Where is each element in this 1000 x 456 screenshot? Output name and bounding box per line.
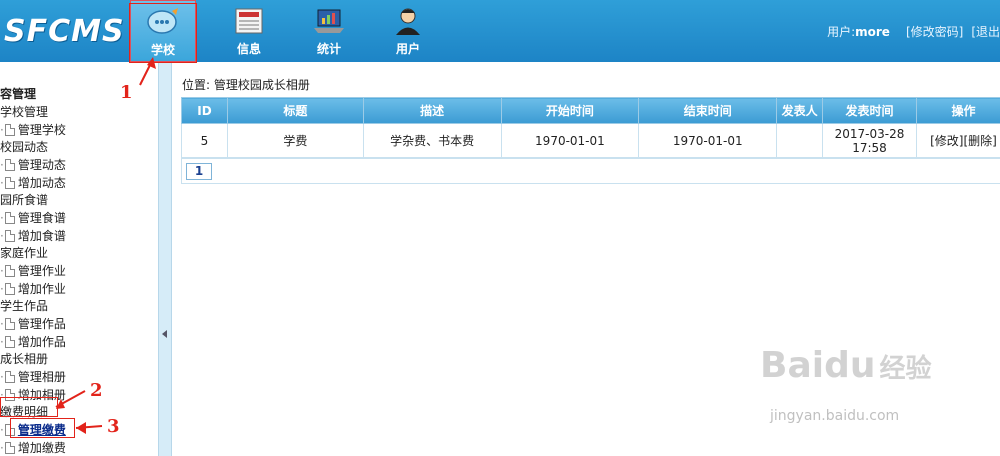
nav-user-label: 用户 (395, 42, 420, 56)
main-content: 位置: 管理校园成长相册 ID 标题 描述 开始时间 结束时间 发表人 发表时间… (172, 62, 1000, 456)
document-icon (4, 177, 15, 189)
col-start: 开始时间 (500, 97, 640, 124)
highlight-box-school (129, 3, 197, 63)
sidebar-splitter[interactable] (158, 62, 172, 456)
cell-id: 5 (181, 123, 228, 158)
sidebar-group-news[interactable]: 校园动态 (0, 138, 48, 155)
nav-user[interactable]: 用户 (375, 0, 441, 62)
sidebar-item-manage-recipes[interactable]: · 管理食谱 (0, 209, 66, 226)
logo: SFCMS (4, 14, 125, 49)
sidebar-item-add-news[interactable]: · 增加动态 (0, 174, 66, 191)
annotation-3: 3 (107, 416, 120, 437)
annotation-2: 2 (90, 380, 103, 401)
laptop-chart-icon (314, 9, 344, 33)
sidebar-group-homework[interactable]: 家庭作业 (0, 244, 48, 261)
sidebar-item-manage-works[interactable]: · 管理作品 (0, 315, 66, 332)
col-title: 标题 (226, 97, 364, 124)
sidebar-title: 容管理 (0, 87, 37, 101)
document-icon (4, 371, 15, 383)
document-icon (4, 124, 15, 136)
cell-end: 1970-01-01 (638, 123, 778, 158)
user-prefix: 用户: (827, 25, 856, 39)
col-pubtime: 发表时间 (822, 97, 917, 124)
sidebar-group-recipes[interactable]: 园所食谱 (0, 191, 48, 208)
sidebar-item-manage-news[interactable]: · 管理动态 (0, 156, 66, 173)
arrow-annotation-2 (55, 390, 86, 409)
delete-link[interactable]: [删除] (963, 134, 996, 148)
sidebar-group-works[interactable]: 学生作品 (0, 297, 48, 314)
highlight-box-manage-fees (10, 418, 75, 438)
newspaper-icon (235, 8, 263, 34)
pub-date: 2017-03-28 (834, 126, 905, 141)
cell-start: 1970-01-01 (500, 123, 640, 158)
document-icon (4, 336, 15, 348)
pub-time: 17:58 (852, 140, 887, 155)
col-author: 发表人 (776, 97, 824, 124)
sidebar-item-add-fees[interactable]: · 增加缴费 (0, 439, 66, 456)
document-icon (4, 265, 15, 277)
user-bar: 用户:more [修改密码] [退出 (819, 23, 1000, 40)
sidebar-item-manage-homework[interactable]: · 管理作业 (0, 262, 66, 279)
col-ops: 操作 (915, 97, 1000, 124)
pagination: 1 (181, 158, 1000, 184)
document-icon (4, 159, 15, 171)
sidebar-item-add-recipes[interactable]: · 增加食谱 (0, 227, 66, 244)
col-id: ID (181, 97, 228, 124)
document-icon (4, 318, 15, 330)
watermark-url: jingyan.baidu.com (770, 408, 900, 424)
baidu-watermark: Baidu 经验 (760, 345, 932, 386)
page-1-button[interactable]: 1 (186, 163, 212, 180)
sidebar-item-add-works[interactable]: · 增加作品 (0, 333, 66, 350)
cell-ops: [修改][删除] (915, 123, 1000, 158)
document-icon (4, 442, 15, 454)
col-end: 结束时间 (638, 97, 778, 124)
annotation-1: 1 (120, 82, 133, 103)
col-desc: 描述 (362, 97, 502, 124)
document-icon (4, 212, 15, 224)
table-header-row: ID 标题 描述 开始时间 结束时间 发表人 发表时间 操作 (181, 97, 1000, 124)
nav-stats-label: 统计 (316, 42, 341, 56)
sidebar-group-album[interactable]: 成长相册 (0, 350, 48, 367)
collapse-arrow-icon[interactable] (162, 330, 167, 338)
cell-pubtime: 2017-03-28 17:58 (822, 123, 917, 158)
cell-author (776, 123, 824, 158)
sidebar-item-manage-album[interactable]: · 管理相册 (0, 368, 66, 385)
document-icon (4, 230, 15, 242)
change-password-link[interactable]: [修改密码] (906, 25, 963, 39)
cell-title: 学费 (226, 123, 364, 158)
fees-table: ID 标题 描述 开始时间 结束时间 发表人 发表时间 操作 5 学费 学杂费、… (181, 97, 1000, 158)
sidebar-item-add-homework[interactable]: · 增加作业 (0, 280, 66, 297)
nav-stats[interactable]: 统计 (296, 0, 362, 62)
table-row: 5 学费 学杂费、书本费 1970-01-01 1970-01-01 2017-… (181, 123, 1000, 158)
cell-desc: 学杂费、书本费 (362, 123, 502, 158)
sidebar-item-manage-school[interactable]: · 管理学校 (0, 121, 66, 138)
user-avatar-icon (396, 8, 420, 35)
nav-info[interactable]: 信息 (216, 0, 282, 62)
logout-link[interactable]: [退出 (971, 25, 1000, 39)
sidebar-group-school[interactable]: 学校管理 (0, 103, 48, 120)
edit-link[interactable]: [修改] (930, 134, 963, 148)
username: more (855, 25, 890, 39)
breadcrumb: 位置: 管理校园成长相册 (182, 78, 310, 92)
document-icon (4, 283, 15, 295)
nav-info-label: 信息 (236, 42, 261, 56)
arrow-annotation-3 (75, 422, 103, 434)
